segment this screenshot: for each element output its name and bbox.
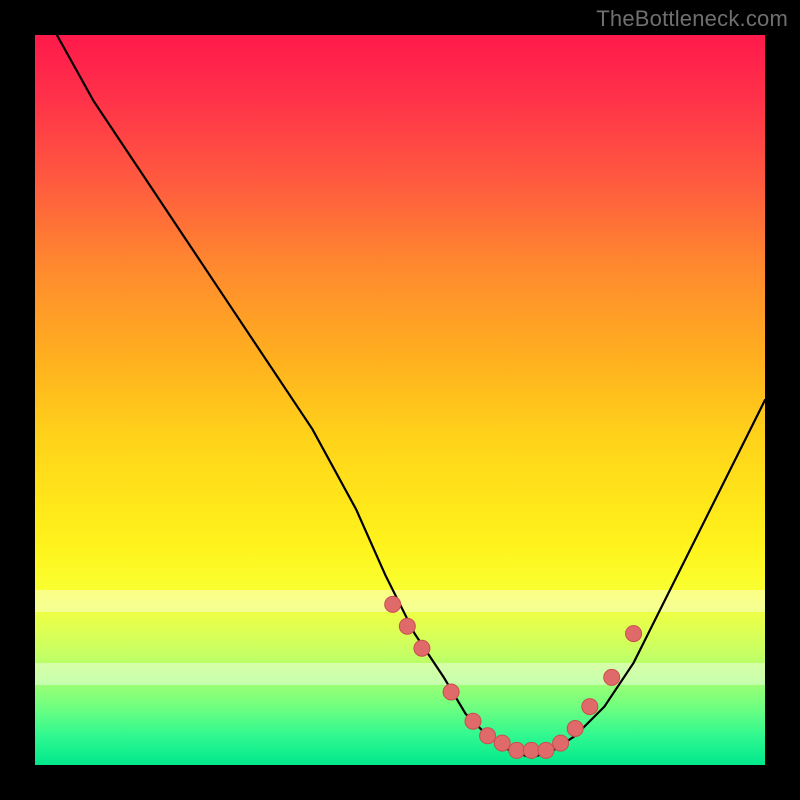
plot-area <box>35 35 765 765</box>
highlight-dot <box>523 742 539 758</box>
highlight-dot <box>604 669 620 685</box>
bottleneck-curve <box>57 35 765 758</box>
highlight-dot <box>626 626 642 642</box>
highlight-dot <box>553 735 569 751</box>
highlight-dot <box>480 728 496 744</box>
highlight-dot <box>509 742 525 758</box>
highlight-dots <box>385 596 642 758</box>
highlight-dot <box>414 640 430 656</box>
curve-layer <box>35 35 765 765</box>
highlight-dot <box>465 713 481 729</box>
highlight-dot <box>567 721 583 737</box>
highlight-dot <box>385 596 401 612</box>
highlight-dot <box>494 735 510 751</box>
highlight-dot <box>399 618 415 634</box>
chart-stage: TheBottleneck.com <box>0 0 800 800</box>
highlight-dot <box>538 742 554 758</box>
highlight-dot <box>443 684 459 700</box>
watermark-text: TheBottleneck.com <box>596 6 788 32</box>
highlight-dot <box>582 699 598 715</box>
